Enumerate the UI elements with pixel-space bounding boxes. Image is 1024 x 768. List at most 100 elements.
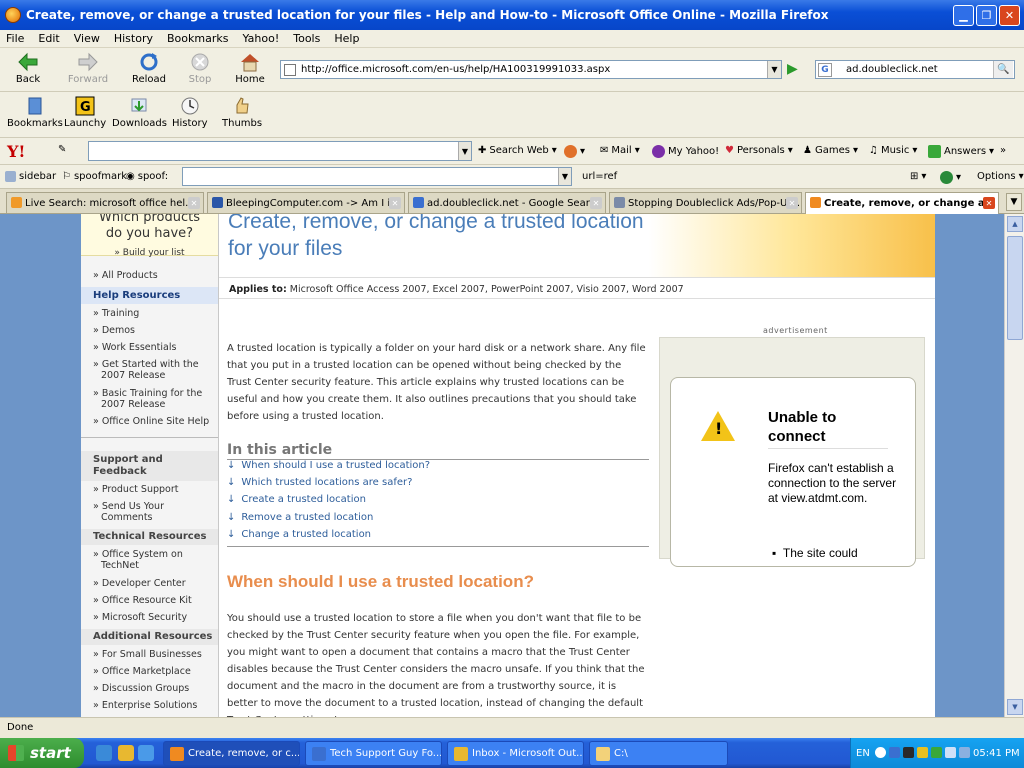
scroll-up-icon[interactable]: ▲ xyxy=(1007,216,1023,232)
toolbar-overflow-button[interactable]: » xyxy=(1000,145,1006,156)
tab-google-search[interactable]: ad.doubleclick.net - Google Search ✕ xyxy=(408,192,606,213)
office-marketplace-link[interactable]: » Office Marketplace xyxy=(81,666,191,677)
desktop-quicklaunch-icon[interactable] xyxy=(138,745,154,761)
green-globe-button[interactable]: ▾ xyxy=(940,171,961,184)
scroll-down-icon[interactable]: ▼ xyxy=(1007,699,1023,715)
url-dropdown-icon[interactable]: ▼ xyxy=(767,61,781,78)
taskbar-c-drive[interactable]: C:\ xyxy=(589,741,728,766)
options-button[interactable]: Options ▾ xyxy=(977,171,1024,182)
toc-link-when[interactable]: ↓ When should I use a trusted location? xyxy=(227,460,649,471)
tray-za-icon[interactable] xyxy=(889,747,900,758)
get-started-link[interactable]: » Get Started with the xyxy=(81,359,199,370)
developer-center-link[interactable]: » Developer Center xyxy=(81,578,186,589)
tray-volume-icon[interactable] xyxy=(945,747,956,758)
spoof-button[interactable]: ◉ spoof: xyxy=(126,171,168,182)
basic-training-link-line-2[interactable]: 2007 Release xyxy=(81,399,165,410)
taskbar-firefox[interactable]: Create, remove, or c... xyxy=(163,741,300,766)
menu-bookmarks[interactable]: Bookmarks xyxy=(167,32,228,45)
product-support-link[interactable]: » Product Support xyxy=(81,484,178,495)
tab-close-icon[interactable]: ✕ xyxy=(188,197,200,209)
pencil-icon[interactable]: ✎ xyxy=(58,144,66,155)
menu-history[interactable]: History xyxy=(114,32,153,45)
enterprise-solutions-link[interactable]: » Enterprise Solutions xyxy=(81,700,197,711)
thumbs-button[interactable]: Thumbs xyxy=(222,96,262,129)
language-indicator[interactable]: EN xyxy=(856,748,870,759)
downloads-button[interactable]: Downloads xyxy=(112,96,167,129)
maximize-button[interactable]: ❐ xyxy=(976,5,997,26)
tab-close-icon[interactable]: ✕ xyxy=(389,197,401,209)
get-started-link-line-2[interactable]: 2007 Release xyxy=(81,370,165,381)
google-icon[interactable]: G xyxy=(818,63,832,77)
help-resources-heading[interactable]: Help Resources xyxy=(81,287,218,304)
ie-quicklaunch-icon[interactable] xyxy=(96,745,112,761)
reload-button[interactable]: Reload xyxy=(127,52,171,85)
scroll-thumb[interactable] xyxy=(1007,236,1023,340)
demos-link[interactable]: » Demos xyxy=(81,325,135,336)
spoof-dropdown-icon[interactable]: ▼ xyxy=(558,168,571,185)
tray-app-icon[interactable] xyxy=(903,747,914,758)
tab-list-dropdown-icon[interactable]: ▼ xyxy=(1006,193,1022,211)
music-button[interactable]: ♫ Music ▾ xyxy=(869,145,917,156)
tab-close-icon[interactable]: ✕ xyxy=(983,197,995,209)
training-link[interactable]: » Training xyxy=(81,308,139,319)
taskbar-tech-support-guy[interactable]: Tech Support Guy Fo... xyxy=(305,741,442,766)
toc-link-remove[interactable]: ↓ Remove a trusted location xyxy=(227,512,649,523)
history-button[interactable]: History xyxy=(172,96,208,129)
menu-view[interactable]: View xyxy=(74,32,100,45)
tray-shield-icon[interactable] xyxy=(917,747,928,758)
tab-bleepingcomputer[interactable]: BleepingComputer.com -> Am I i... ✕ xyxy=(207,192,405,213)
spoof-input[interactable]: ▼ xyxy=(182,167,572,186)
search-icon[interactable]: 🔍 xyxy=(993,61,1013,78)
send-comments-link-line-2[interactable]: Comments xyxy=(81,512,153,523)
url-bar[interactable]: http://office.microsoft.com/en-us/help/H… xyxy=(280,60,782,79)
search-input[interactable]: G ad.doubleclick.net 🔍 xyxy=(815,60,1015,79)
toc-link-which[interactable]: ↓ Which trusted locations are safer? xyxy=(227,477,649,488)
close-button[interactable]: ✕ xyxy=(999,5,1020,26)
sidebar-button[interactable]: sidebar xyxy=(5,171,56,182)
site-help-link[interactable]: » Office Online Site Help xyxy=(81,416,209,427)
tab-close-icon[interactable]: ✕ xyxy=(786,197,798,209)
go-button[interactable]: ▶ xyxy=(787,61,805,79)
search-web-button[interactable]: ✚ Search Web ▾ xyxy=(478,145,557,156)
microsoft-security-link[interactable]: » Microsoft Security xyxy=(81,612,187,623)
speed-dial-button[interactable]: ⊞ ▾ xyxy=(910,171,926,182)
toc-link-change[interactable]: ↓ Change a trusted location xyxy=(227,529,649,540)
games-button[interactable]: ♟ Games ▾ xyxy=(803,145,858,156)
window-titlebar[interactable]: Create, remove, or change a trusted loca… xyxy=(0,0,1024,30)
tab-trusted-location-active[interactable]: Create, remove, or change a... ✕ xyxy=(805,192,999,214)
back-button[interactable]: Back xyxy=(6,52,50,85)
toc-link-create[interactable]: ↓ Create a trusted location xyxy=(227,494,649,505)
send-comments-link[interactable]: » Send Us Your xyxy=(81,501,164,512)
menu-yahoo[interactable]: Yahoo! xyxy=(242,32,279,45)
office-system-technet-link[interactable]: » Office System on xyxy=(81,549,183,560)
build-your-list-link[interactable]: » Build your list xyxy=(81,245,218,261)
menu-edit[interactable]: Edit xyxy=(38,32,59,45)
antispy-button[interactable]: ▾ xyxy=(564,145,585,158)
spoofmark-button[interactable]: ⚐ spoofmark xyxy=(62,171,127,182)
mail-button[interactable]: ✉ Mail ▾ xyxy=(600,145,640,156)
tab-stopping-doubleclick[interactable]: Stopping Doubleclick Ads/Pop-Up... ✕ xyxy=(609,192,802,213)
yahoo-search-input[interactable]: ▼ xyxy=(88,141,472,161)
all-products-link[interactable]: » All Products xyxy=(81,270,158,281)
menu-tools[interactable]: Tools xyxy=(293,32,320,45)
yahoo-search-dropdown-icon[interactable]: ▼ xyxy=(458,142,471,160)
tray-arrow-icon[interactable] xyxy=(875,747,886,758)
home-button[interactable]: Home xyxy=(228,52,272,85)
personals-button[interactable]: ♥ Personals ▾ xyxy=(725,145,793,156)
vertical-scrollbar[interactable]: ▲ ▼ xyxy=(1004,214,1024,717)
basic-training-link[interactable]: » Basic Training for the xyxy=(81,388,202,399)
minimize-button[interactable]: ▁ xyxy=(953,5,974,26)
tray-network-icon[interactable] xyxy=(931,747,942,758)
outlook-quicklaunch-icon[interactable] xyxy=(118,745,134,761)
forward-button[interactable]: Forward xyxy=(66,52,110,85)
tab-close-icon[interactable]: ✕ xyxy=(590,197,602,209)
work-essentials-link[interactable]: » Work Essentials xyxy=(81,342,176,353)
small-businesses-link[interactable]: » For Small Businesses xyxy=(81,649,202,660)
office-resource-kit-link[interactable]: » Office Resource Kit xyxy=(81,595,192,606)
bookmarks-button[interactable]: Bookmarks xyxy=(7,96,63,129)
taskbar-outlook-inbox[interactable]: Inbox - Microsoft Out... xyxy=(447,741,584,766)
stop-button[interactable]: Stop xyxy=(178,52,222,85)
tray-monitor-icon[interactable] xyxy=(959,747,970,758)
start-button[interactable]: start xyxy=(0,738,84,768)
launchy-button[interactable]: G Launchy xyxy=(64,96,106,129)
